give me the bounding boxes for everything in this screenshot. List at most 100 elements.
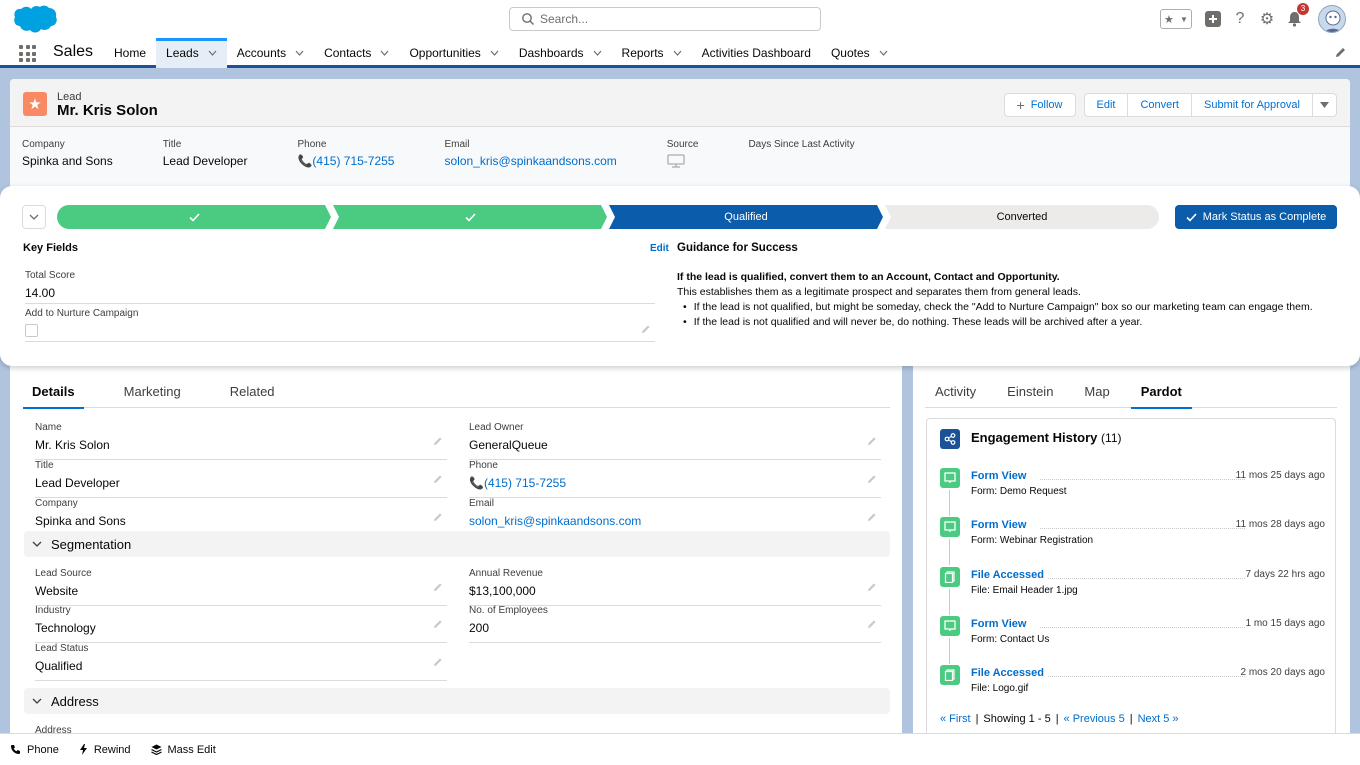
- pencil-icon[interactable]: [867, 512, 877, 522]
- timeline-type-link[interactable]: Form View: [971, 470, 1026, 482]
- tab-map[interactable]: Map: [1074, 382, 1119, 408]
- path-step-qualified[interactable]: Qualified: [609, 205, 883, 229]
- avatar[interactable]: [1318, 5, 1346, 33]
- path-step-converted[interactable]: Converted: [885, 205, 1159, 229]
- side-tabs: Activity Einstein Map Pardot: [925, 382, 1337, 409]
- lightning-icon: [79, 744, 87, 755]
- salesforce-logo[interactable]: [12, 5, 58, 35]
- chevron-down-icon[interactable]: [879, 50, 888, 56]
- edit-nav-pencil-icon[interactable]: [1335, 47, 1346, 58]
- highlight-label: Source: [666, 139, 699, 150]
- pencil-icon[interactable]: [433, 512, 443, 522]
- follow-label: Follow: [1030, 99, 1063, 111]
- nav-item-label: Contacts: [324, 46, 372, 60]
- chevron-down-icon[interactable]: [673, 50, 682, 56]
- field-lead-source: Lead Source Website: [35, 568, 447, 606]
- nav-item-contacts[interactable]: Contacts: [314, 38, 399, 68]
- tab-details[interactable]: Details: [23, 382, 84, 409]
- tab-einstein[interactable]: Einstein: [997, 382, 1063, 408]
- field-name: Name Mr. Kris Solon: [35, 422, 447, 460]
- pencil-icon[interactable]: [433, 657, 443, 667]
- pencil-icon[interactable]: [867, 436, 877, 446]
- nav-item-quotes[interactable]: Quotes: [821, 38, 898, 68]
- pencil-icon[interactable]: [433, 474, 443, 484]
- nav-item-home[interactable]: Home: [104, 38, 156, 68]
- section-segmentation[interactable]: Segmentation: [24, 531, 890, 557]
- chevron-down-icon[interactable]: [208, 50, 217, 56]
- field-label: Company: [35, 498, 78, 509]
- pager-first-link[interactable]: « First: [940, 713, 971, 725]
- submit-for-approval-button[interactable]: Submit for Approval: [1192, 93, 1313, 117]
- nav-item-accounts[interactable]: Accounts: [227, 38, 314, 68]
- path-step-complete[interactable]: [333, 205, 607, 229]
- pencil-icon[interactable]: [641, 324, 651, 334]
- utility-mass-edit[interactable]: Mass Edit: [150, 744, 216, 756]
- field-label: Title: [35, 460, 54, 471]
- email-link[interactable]: solon_kris@spinkaandsons.com: [444, 154, 616, 168]
- gear-icon[interactable]: ⚙: [1258, 10, 1276, 28]
- utility-phone[interactable]: Phone: [10, 744, 59, 756]
- tab-pardot[interactable]: Pardot: [1130, 382, 1193, 409]
- chevron-down-icon[interactable]: [295, 50, 304, 56]
- utility-rewind[interactable]: Rewind: [79, 744, 131, 756]
- timeline-item: File Accessed 2 mos 20 days ago File: Lo…: [940, 665, 1325, 710]
- file-icon: [940, 567, 960, 587]
- app-nav-bar: Sales Home Leads Accounts Contacts Oppor…: [0, 38, 1360, 68]
- pager-previous-link[interactable]: « Previous 5: [1064, 713, 1125, 725]
- edit-button[interactable]: Edit: [1083, 93, 1129, 117]
- timeline-desc: Form: Contact Us: [971, 634, 1050, 645]
- timeline-time: 11 mos 25 days ago: [1235, 470, 1325, 481]
- global-actions-icon[interactable]: [1204, 10, 1222, 28]
- path-collapse-toggle[interactable]: [22, 205, 46, 229]
- field-value: Spinka and Sons: [35, 514, 126, 528]
- favorites-button[interactable]: ★ ▼: [1160, 9, 1192, 29]
- pencil-icon[interactable]: [433, 582, 443, 592]
- guidance-bullet: If the lead is not qualified and will ne…: [683, 315, 1313, 330]
- pencil-icon[interactable]: [433, 436, 443, 446]
- chevron-down-icon[interactable]: [380, 50, 389, 56]
- pager-next-link[interactable]: Next 5 »: [1138, 713, 1179, 725]
- highlight-label: Days Since Last Activity: [748, 139, 855, 150]
- tab-activity[interactable]: Activity: [925, 382, 986, 408]
- timeline-connector: [949, 589, 950, 615]
- timeline-type-link[interactable]: File Accessed: [971, 569, 1044, 581]
- utility-bar: Phone Rewind Mass Edit: [0, 733, 1360, 765]
- nav-item-opportunities[interactable]: Opportunities: [399, 38, 508, 68]
- tab-related[interactable]: Related: [221, 382, 284, 408]
- app-launcher-icon[interactable]: [19, 45, 36, 62]
- pencil-icon[interactable]: [867, 474, 877, 484]
- monitor-icon: [667, 154, 685, 168]
- bell-icon[interactable]: 3: [1285, 3, 1309, 28]
- nav-item-leads[interactable]: Leads: [156, 38, 227, 68]
- more-actions-button[interactable]: [1313, 93, 1337, 117]
- pencil-icon[interactable]: [433, 619, 443, 629]
- guidance-title: Guidance for Success: [677, 242, 798, 254]
- path-step-complete[interactable]: [57, 205, 331, 229]
- phone-link[interactable]: 📞(415) 715-7255: [469, 476, 566, 490]
- nav-item-dashboards[interactable]: Dashboards: [509, 38, 612, 68]
- field-label: Lead Status: [35, 643, 89, 654]
- pencil-icon[interactable]: [867, 619, 877, 629]
- phone-link[interactable]: 📞(415) 715-7255: [297, 154, 394, 168]
- global-search-input[interactable]: Search...: [509, 7, 821, 31]
- timeline-type-link[interactable]: Form View: [971, 519, 1026, 531]
- nav-item-reports[interactable]: Reports: [612, 38, 692, 68]
- key-fields-edit-link[interactable]: Edit: [650, 243, 669, 254]
- email-link[interactable]: solon_kris@spinkaandsons.com: [469, 514, 641, 528]
- timeline-type-link[interactable]: File Accessed: [971, 667, 1044, 679]
- follow-button[interactable]: + Follow: [1003, 93, 1076, 117]
- pencil-icon[interactable]: [867, 582, 877, 592]
- nurture-campaign-checkbox[interactable]: [25, 324, 38, 337]
- section-address[interactable]: Address: [24, 688, 890, 714]
- convert-button[interactable]: Convert: [1128, 93, 1192, 117]
- engagement-count: (11): [1101, 431, 1122, 445]
- pager-separator: |: [1129, 713, 1133, 725]
- chevron-down-icon[interactable]: [593, 50, 602, 56]
- timeline-desc: File: Email Header 1.jpg: [971, 585, 1078, 596]
- mark-status-complete-button[interactable]: Mark Status as Complete: [1175, 205, 1337, 229]
- tab-marketing[interactable]: Marketing: [115, 382, 190, 408]
- timeline-type-link[interactable]: Form View: [971, 618, 1026, 630]
- help-icon[interactable]: ?: [1231, 10, 1249, 28]
- nav-item-activities-dashboard[interactable]: Activities Dashboard: [692, 38, 821, 68]
- chevron-down-icon[interactable]: [490, 50, 499, 56]
